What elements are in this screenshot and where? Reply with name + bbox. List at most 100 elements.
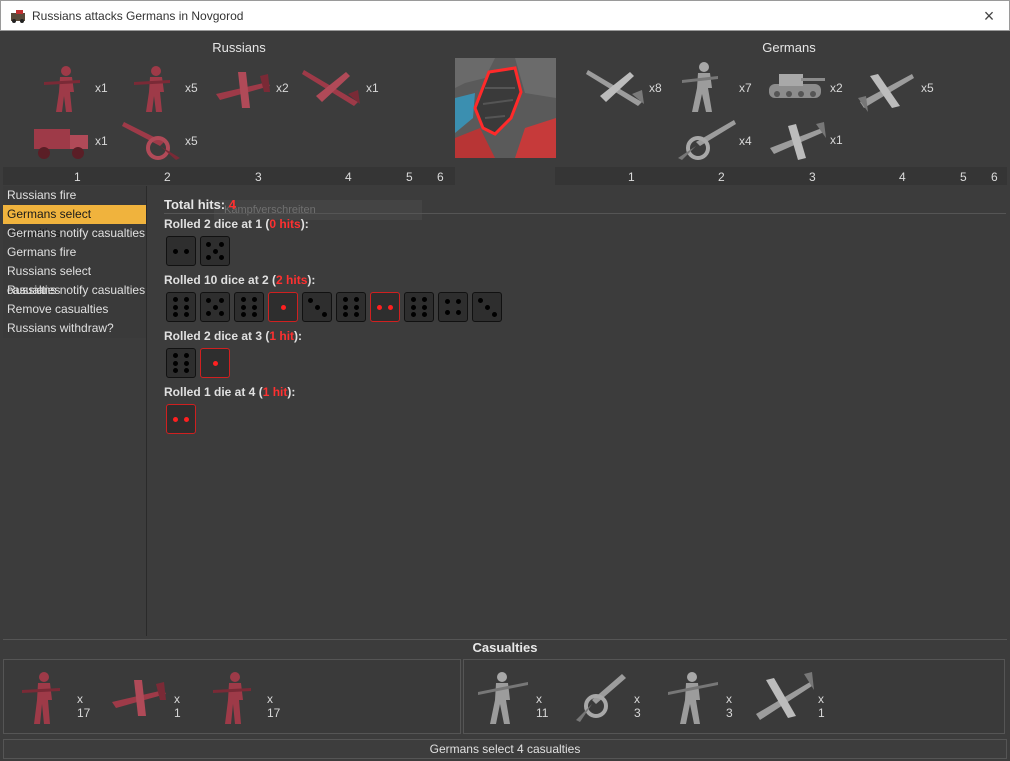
die-face-2 — [166, 236, 196, 266]
russian-column-bar: 1 2 3 4 5 6 — [3, 167, 455, 185]
unit-count: x4 — [739, 134, 752, 148]
infantry-icon — [213, 672, 251, 724]
die-pip — [422, 312, 428, 318]
die-pip — [342, 312, 348, 318]
casualty-bomber[interactable]: x 1 — [752, 670, 825, 724]
russian-infantry-unit[interactable]: x5 — [126, 62, 198, 114]
die-face-2 — [166, 404, 196, 434]
infantry-icon — [668, 672, 718, 724]
die-face-3 — [302, 292, 332, 322]
die-pip — [252, 304, 258, 310]
die-pip — [184, 248, 190, 254]
russian-fighter-unit[interactable]: x2 — [212, 62, 289, 114]
german-dive-bomber-unit[interactable]: x1 — [766, 118, 843, 162]
total-hits-value: 4 — [228, 197, 236, 212]
step-item[interactable]: Germans select casualties — [3, 205, 146, 240]
die-pip — [218, 298, 224, 304]
russian-artillery-unit[interactable]: x5 — [120, 116, 198, 164]
russian-bomber-unit[interactable]: x1 — [300, 62, 379, 114]
status-button[interactable]: Germans select 4 casualties — [3, 739, 1007, 759]
column-number: 4 — [345, 170, 352, 184]
die-face-6 — [234, 292, 264, 322]
roll-label: Rolled 10 dice at 2 (2 hits): — [164, 273, 316, 287]
russian-truck-unit[interactable]: x1 — [30, 117, 108, 165]
die-pip — [410, 296, 416, 302]
column-number: 5 — [960, 170, 967, 184]
german-tank-unit[interactable]: x2 — [765, 66, 843, 106]
die-face-4 — [438, 292, 468, 322]
step-item[interactable]: Russians withdraw? — [3, 319, 146, 338]
unit-count: x7 — [739, 81, 752, 95]
die-pip — [206, 298, 212, 304]
infantry-icon — [134, 66, 170, 112]
die-pip — [252, 312, 258, 318]
step-item[interactable]: Remove casualties — [3, 300, 146, 319]
die-pip — [184, 296, 190, 302]
german-infantry-unit[interactable]: x7 — [674, 58, 752, 114]
die-pip — [491, 311, 497, 317]
bomber-icon — [586, 70, 644, 106]
unit-count: x 17 — [267, 692, 281, 720]
column-number: 1 — [74, 170, 81, 184]
german-bomber-unit[interactable]: x8 — [584, 62, 662, 114]
die-pip — [172, 312, 178, 318]
fighter-icon — [858, 74, 914, 112]
casualties-title: Casualties — [3, 639, 1007, 659]
die-pip — [172, 248, 178, 254]
step-item[interactable]: Germans fire — [3, 243, 146, 262]
die-pip — [422, 296, 428, 302]
title-bar: Russians attacks Germans in Novgorod × — [0, 0, 1010, 31]
column-number: 2 — [718, 170, 725, 184]
column-number: 5 — [406, 170, 413, 184]
total-hits-label: Total hits: — [164, 197, 229, 212]
infantry-icon — [682, 62, 718, 112]
russian-infantry-unit[interactable]: x1 — [36, 62, 108, 114]
russians-title: Russians — [212, 40, 266, 55]
die-face-6 — [404, 292, 434, 322]
unit-count: x 11 — [536, 692, 549, 720]
unit-count: x 3 — [634, 692, 641, 720]
fighter-icon — [216, 72, 270, 108]
die-face-5 — [200, 236, 230, 266]
die-pip — [172, 304, 178, 310]
german-artillery-unit[interactable]: x4 — [674, 116, 752, 164]
unit-count: x8 — [649, 81, 662, 95]
infantry-icon — [44, 66, 80, 112]
close-icon[interactable]: × — [969, 1, 1009, 31]
die-face-1 — [268, 292, 298, 322]
casualty-artillery[interactable]: x 3 — [572, 670, 641, 726]
ghost-text: Kampfverschreiten — [224, 204, 316, 216]
casualty-infantry[interactable]: x 11 — [470, 668, 548, 726]
casualty-infantry[interactable]: x 17 — [16, 668, 90, 726]
die-pip — [184, 312, 190, 318]
step-item[interactable]: Germans notify casualties — [3, 224, 146, 243]
die-pip — [212, 304, 218, 310]
step-item[interactable]: Russians fire — [3, 186, 146, 205]
die-pip — [172, 368, 178, 374]
casualty-fighter[interactable]: x 1 — [108, 670, 181, 722]
step-item[interactable]: Russians notify casualties — [3, 281, 146, 300]
die-pip — [444, 298, 450, 304]
die-pip — [172, 416, 178, 422]
die-pip — [218, 310, 224, 316]
roll-label: Rolled 2 dice at 1 (0 hits): — [164, 217, 309, 231]
die-face-5 — [200, 292, 230, 322]
casualty-infantry[interactable]: x 17 — [207, 668, 280, 726]
die-pip — [172, 352, 178, 358]
german-fighter-unit[interactable]: x5 — [856, 62, 934, 114]
column-number: 2 — [164, 170, 171, 184]
casualty-infantry[interactable]: x 3 — [660, 668, 733, 726]
russian-casualties-panel: x 17 x 1 x 17 — [3, 659, 461, 734]
german-casualties-panel: x 11 x 3 x 3 x 1 — [463, 659, 1005, 734]
die-face-6 — [336, 292, 366, 322]
unit-count: x1 — [95, 81, 108, 95]
die-pip — [410, 312, 416, 318]
roll-label: Rolled 2 dice at 3 (1 hit): — [164, 329, 303, 343]
bomber-icon — [756, 672, 814, 720]
triplea-icon — [11, 10, 25, 23]
die-pip — [484, 304, 490, 310]
step-item[interactable]: Russians select casualties — [3, 262, 146, 297]
die-pip — [410, 304, 416, 310]
total-hits: Total hits: 4 — [164, 197, 236, 212]
artillery-icon — [122, 122, 180, 160]
